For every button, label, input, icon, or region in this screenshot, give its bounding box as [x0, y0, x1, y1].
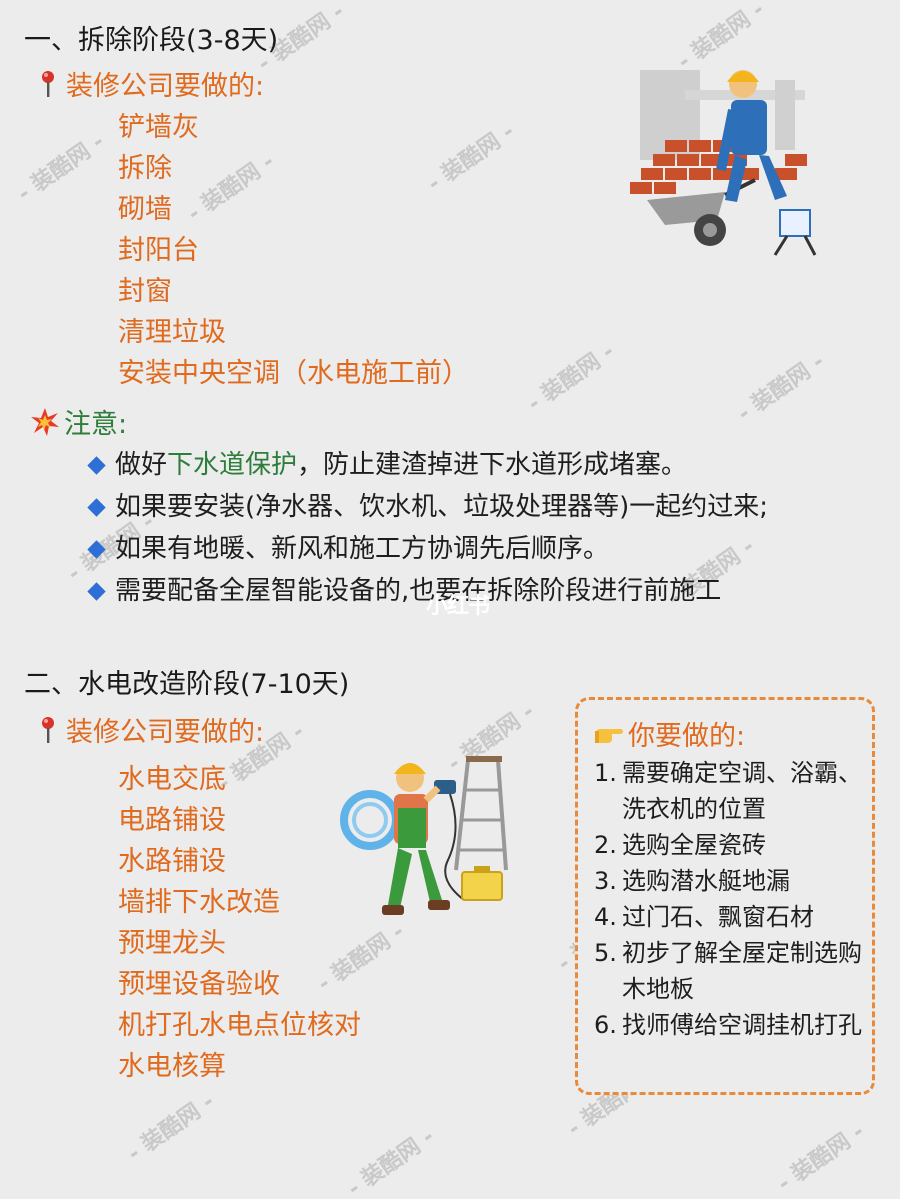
- diamond-bullet-icon: [87, 581, 106, 601]
- list-item: 封阳台: [118, 235, 199, 266]
- list-item: 机打孔水电点位核对: [118, 1010, 361, 1041]
- list-item: 如果有地暖、新风和施工方协调先后顺序。: [86, 528, 768, 570]
- logo: 小红书: [426, 594, 490, 619]
- todo-list: 1. 需要确定空调、浴霸、洗衣机的位置 2. 选购全屋瓷砖 3. 选购潜水艇地漏 4.…: [594, 755, 866, 1043]
- todo-box: 你要做的: 1. 需要确定空调、浴霸、洗衣机的位置 2. 选购全屋瓷砖 3. 选购潜水…: [575, 697, 875, 1095]
- electrician-illustration: [340, 756, 508, 915]
- list-item: 4. 过门石、飘窗石材: [594, 903, 814, 931]
- list-item: 铲墙灰: [118, 112, 199, 143]
- list-item: 如果要安装(净水器、饮水机、垃圾处理器等)一起约过来;: [86, 486, 768, 528]
- section2-company-heading: 装修公司要做的:: [36, 710, 264, 749]
- list-item: 预埋龙头: [118, 928, 226, 959]
- watermark: - 装酷网 -: [523, 339, 620, 417]
- list-item: 水电核算: [118, 1051, 226, 1082]
- section1-note-heading: 注意:: [30, 402, 127, 441]
- list-item: 5. 初步了解全屋定制选购木地板: [594, 939, 862, 1003]
- watermark: - 装酷网 -: [773, 1119, 870, 1197]
- list-item: 预埋设备验收: [118, 969, 280, 1000]
- list-item: 封窗: [118, 276, 172, 307]
- diamond-bullet-icon: [87, 455, 106, 475]
- diamond-bullet-icon: [87, 539, 106, 559]
- list-item: 墙排下水改造: [118, 887, 280, 918]
- list-item: 安装中央空调（水电施工前）: [118, 358, 469, 389]
- list-item: 3. 选购潜水艇地漏: [594, 867, 790, 895]
- pointing-hand-icon: [595, 728, 623, 743]
- watermark: - 装酷网 -: [343, 1124, 440, 1199]
- list-item: 2. 选购全屋瓷砖: [594, 831, 766, 859]
- list-item: 拆除: [118, 153, 172, 184]
- explosion-icon: [31, 407, 59, 436]
- list-item: 水电交底: [118, 764, 226, 795]
- list-item: 做好 下水道保护 ，防止建渣掉进下水道形成堵塞。: [86, 444, 768, 486]
- section2-title: 二、水电改造阶段(7-10天): [24, 669, 350, 700]
- list-item: 1. 需要确定空调、浴霸、洗衣机的位置: [594, 759, 862, 823]
- pushpin-icon: [42, 716, 54, 743]
- watermark: - 装酷网 -: [13, 129, 110, 207]
- section1-note-list: 做好 下水道保护 ，防止建渣掉进下水道形成堵塞。 如果要安装(净水器、饮水机、垃圾处…: [86, 444, 768, 612]
- diamond-bullet-icon: [87, 497, 106, 517]
- todo-heading: 你要做的:: [594, 714, 745, 753]
- section1-company-list: 铲墙灰 拆除 砌墙 封阳台 封窗 清理垃圾 安装中央空调（水电施工前）: [118, 107, 469, 394]
- watermark: - 装酷网 -: [123, 1089, 220, 1167]
- worker-wheelbarrow-illustration: [630, 70, 817, 256]
- list-item: 水路铺设: [118, 846, 226, 877]
- section1-title: 一、拆除阶段(3-8天): [24, 25, 279, 56]
- list-item: 清理垃圾: [118, 317, 226, 348]
- watermark: - 装酷网 -: [733, 349, 830, 427]
- section2-company-list: 水电交底 电路铺设 水路铺设 墙排下水改造 预埋龙头 预埋设备验收 机打孔水电点…: [118, 759, 361, 1087]
- list-item: 电路铺设: [118, 805, 226, 836]
- list-item: 6. 找师傅给空调挂机打孔: [594, 1011, 862, 1039]
- section1-company-heading: 装修公司要做的:: [36, 64, 264, 103]
- pushpin-icon: [42, 70, 54, 97]
- list-item: 砌墙: [118, 194, 172, 225]
